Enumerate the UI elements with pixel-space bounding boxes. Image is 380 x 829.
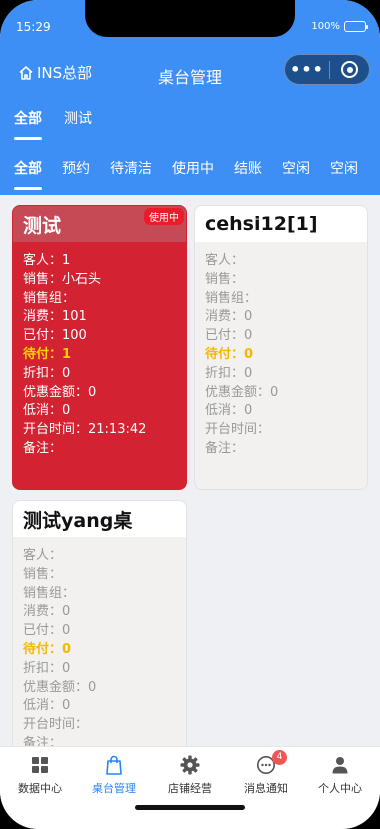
sales-row: 销售： [205, 271, 245, 287]
tabbar-label: 消息通知 [244, 782, 288, 795]
min-spend-row: 低消：0 [23, 403, 71, 419]
discount-row: 折扣：0 [23, 660, 71, 676]
remark-row: 备注： [205, 440, 245, 456]
more-button[interactable]: ••• [285, 56, 329, 84]
bag-icon [106, 755, 122, 775]
tabbar-item-profile[interactable]: 个人中心 [302, 755, 378, 796]
miniapp-capsule: ••• [284, 54, 370, 85]
table-card-body: 客人： 销售： 销售组： 消费：0 已付：0 待付：0 折扣：0 优惠金额：0 … [13, 537, 186, 754]
promo-amount-row: 优惠金额：0 [23, 679, 97, 695]
tabbar-item-store-operations[interactable]: 店铺经营 [152, 755, 228, 796]
table-card[interactable]: cehsi12[1] 客人： 销售： 销售组： 消费：0 已付：0 待付：0 折… [194, 205, 368, 490]
open-time-row: 开台时间： [205, 422, 271, 438]
guests-row: 客人：1 [23, 253, 71, 268]
sales-group-row: 销售组： [205, 290, 258, 306]
tabbar-label: 个人中心 [318, 782, 362, 795]
table-card-header: 测试yang桌 [13, 501, 186, 537]
person-icon [332, 757, 348, 774]
open-time-row: 开台时间： [23, 717, 89, 733]
table-card[interactable]: 测试yang桌 客人： 销售： 销售组： 消费：0 已付：0 待付：0 折扣：0… [12, 500, 187, 785]
paid-row: 已付：0 [205, 328, 253, 344]
target-icon [341, 61, 358, 78]
discount-row: 折扣：0 [205, 365, 253, 381]
status-tabs: 全部 预约 待清洁 使用中 结账 空闲 空闲 [14, 158, 358, 190]
promo-amount-row: 优惠金额：0 [205, 384, 279, 400]
phone-screen: 15:29 100% INS总部 桌台管理 ••• 全部 测试 全部 预约 待清… [0, 0, 380, 829]
tabbar-label: 店铺经营 [168, 782, 212, 795]
bottom-tab-bar: 数据中心 桌台管理 店铺经营 4 消息通知 个人中心 [0, 746, 380, 829]
status-tab-idle[interactable]: 空闲 [282, 158, 310, 184]
sales-group-row: 销售组： [23, 290, 76, 306]
battery-icon [344, 21, 368, 32]
tabbar-label: 数据中心 [18, 782, 62, 795]
tabbar-item-messages[interactable]: 4 消息通知 [228, 750, 304, 796]
area-tab-all[interactable]: 全部 [14, 108, 42, 140]
sales-group-row: 销售组： [23, 585, 76, 601]
sales-row: 销售： [23, 566, 63, 582]
table-card-body: 客人：1 销售：小石头 销售组： 消费：101 已付：100 待付：1 折扣：0… [13, 242, 186, 459]
area-tab-test[interactable]: 测试 [64, 108, 92, 134]
device-notch [85, 0, 295, 37]
sales-row: 销售：小石头 [23, 271, 102, 287]
min-spend-row: 低消：0 [23, 698, 71, 714]
promo-amount-row: 优惠金额：0 [23, 384, 97, 400]
status-battery: 100% [311, 21, 368, 32]
tabbar-item-table-management[interactable]: 桌台管理 [76, 755, 152, 796]
paid-row: 已付：0 [23, 623, 71, 639]
tabbar-label: 桌台管理 [92, 782, 136, 795]
guests-row: 客人： [205, 253, 245, 268]
table-card-header: cehsi12[1] [195, 206, 367, 242]
area-tabs: 全部 测试 [14, 108, 92, 140]
status-tab-checkout[interactable]: 结账 [234, 158, 262, 184]
due-row: 待付：1 [23, 346, 72, 362]
spend-row: 消费：101 [23, 309, 87, 325]
battery-percent: 100% [311, 21, 340, 32]
status-tab-in-use[interactable]: 使用中 [172, 158, 214, 184]
status-badge: 使用中 [144, 208, 184, 225]
nav-bar: INS总部 桌台管理 ••• [0, 52, 380, 92]
tabbar-item-data-center[interactable]: 数据中心 [2, 755, 78, 796]
grid-icon [32, 757, 48, 773]
table-name: 测试 [23, 214, 62, 237]
discount-row: 折扣：0 [23, 365, 71, 381]
open-time-row: 开台时间：21:13:42 [23, 422, 147, 438]
guests-row: 客人： [23, 548, 63, 563]
remark-row: 备注： [23, 440, 63, 456]
table-name: 测试yang桌 [23, 509, 133, 532]
due-row: 待付：0 [23, 641, 72, 657]
due-row: 待付：0 [205, 346, 254, 362]
min-spend-row: 低消：0 [205, 403, 253, 419]
notification-badge: 4 [272, 750, 287, 765]
paid-row: 已付：100 [23, 328, 87, 344]
status-time: 15:29 [16, 20, 51, 34]
status-tab-cleaning[interactable]: 待清洁 [110, 158, 152, 184]
spend-row: 消费：0 [205, 309, 253, 325]
close-miniapp-button[interactable] [330, 61, 369, 78]
spend-row: 消费：0 [23, 604, 71, 620]
table-name: cehsi12[1] [205, 213, 318, 235]
status-tab-all[interactable]: 全部 [14, 158, 42, 190]
table-card[interactable]: 测试 使用中 客人：1 销售：小石头 销售组： 消费：101 已付：100 待付… [12, 205, 187, 490]
status-tab-idle-2[interactable]: 空闲 [330, 158, 358, 184]
status-tab-reserved[interactable]: 预约 [62, 158, 90, 184]
gear-icon [180, 755, 200, 775]
home-indicator [135, 805, 245, 810]
table-card-body: 客人： 销售： 销售组： 消费：0 已付：0 待付：0 折扣：0 优惠金额：0 … [195, 242, 367, 459]
